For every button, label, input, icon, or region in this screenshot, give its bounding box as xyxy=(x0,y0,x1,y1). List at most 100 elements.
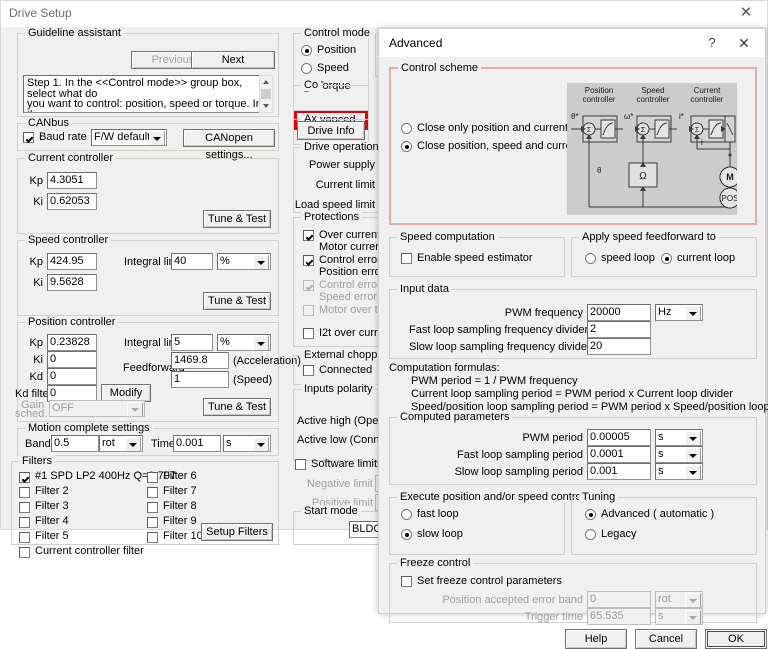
position-integral-limit-input[interactable]: 5 xyxy=(171,334,213,351)
chevron-down-icon[interactable] xyxy=(127,402,143,416)
drive-info-button[interactable]: Drive Info xyxy=(297,121,365,140)
trigger-time-unit-combo[interactable]: s xyxy=(655,608,703,625)
tuning-radio-legacy[interactable] xyxy=(585,529,596,540)
filter-checkbox[interactable] xyxy=(19,487,30,498)
filter-checkbox[interactable] xyxy=(19,502,30,513)
band-input[interactable]: 0.5 xyxy=(51,435,99,452)
current-tune-test-button[interactable]: Tune & Test xyxy=(203,210,271,228)
chevron-down-icon[interactable] xyxy=(685,448,701,462)
pwm-period-unit-combo[interactable]: s xyxy=(655,429,703,446)
control-error-speed-checkbox[interactable] xyxy=(303,280,314,291)
help-button[interactable]: Help xyxy=(565,629,627,649)
execute-radio-fast-loop[interactable] xyxy=(401,509,412,520)
software-limits-checkbox[interactable] xyxy=(295,459,306,470)
position-integral-limit-unit-combo[interactable]: % xyxy=(217,334,271,351)
fast-loop-divider-input[interactable]: 2 xyxy=(587,321,651,338)
baud-rate-checkbox[interactable] xyxy=(23,132,34,143)
i2t-over-current-checkbox[interactable] xyxy=(303,328,314,339)
feedforward-label-current-loop: current loop xyxy=(677,252,736,264)
chevron-down-icon[interactable] xyxy=(685,593,701,607)
chevron-down-icon[interactable] xyxy=(253,437,269,451)
feedforward-radio-speed-loop[interactable] xyxy=(585,253,596,264)
slow-loop-period-input[interactable]: 0.001 xyxy=(587,463,651,480)
filter-checkbox[interactable] xyxy=(147,472,158,483)
filter-checkbox[interactable] xyxy=(147,532,158,543)
position-kd-input[interactable]: 0 xyxy=(47,368,97,385)
filter-checkbox[interactable] xyxy=(19,532,30,543)
enable-speed-estimator-checkbox[interactable] xyxy=(401,253,412,264)
guideline-scrollbar[interactable] xyxy=(259,75,273,113)
execute-radio-slow-loop[interactable] xyxy=(401,529,412,540)
control-scheme-radio-position-speed-current[interactable] xyxy=(401,141,412,152)
chevron-down-icon[interactable] xyxy=(685,465,701,479)
set-freeze-parameters-checkbox[interactable] xyxy=(401,576,412,587)
chevron-down-icon[interactable] xyxy=(253,255,269,269)
speed-kp-input[interactable]: 424.95 xyxy=(47,253,97,270)
execute-label-fast-loop: fast loop xyxy=(417,508,459,520)
current-kp-input[interactable]: 4.3051 xyxy=(47,172,97,189)
chevron-down-icon[interactable] xyxy=(685,610,701,624)
control-mode-radio-position[interactable] xyxy=(301,45,312,56)
fast-loop-period-input[interactable]: 0.0001 xyxy=(587,446,651,463)
time-unit: s xyxy=(226,437,232,449)
speed-integral-limit-input[interactable]: 40 xyxy=(171,253,213,270)
pwm-period-label: PWM period xyxy=(522,432,583,444)
pwm-frequency-unit-combo[interactable]: Hz xyxy=(655,304,703,321)
scroll-up-icon[interactable] xyxy=(260,76,272,88)
current-ki-input[interactable]: 0.62053 xyxy=(47,193,97,210)
chopping-connected-checkbox[interactable] xyxy=(303,365,314,376)
chevron-down-icon[interactable] xyxy=(685,431,701,445)
pwm-frequency-input[interactable]: 20000 xyxy=(587,304,651,321)
slow-loop-period-unit-combo[interactable]: s xyxy=(655,463,703,480)
band-unit-combo[interactable]: rot xyxy=(99,435,143,452)
baud-rate-combo[interactable]: F/W default xyxy=(91,129,167,146)
gain-sched-combo[interactable]: OFF xyxy=(49,400,145,417)
feedforward-acceleration-input[interactable]: 1469.8 xyxy=(171,352,229,369)
close-icon[interactable]: ✕ xyxy=(737,4,755,22)
scrollbar-thumb[interactable] xyxy=(261,89,271,99)
next-button[interactable]: Next xyxy=(191,51,275,69)
time-unit-combo[interactable]: s xyxy=(223,435,271,452)
ok-button[interactable]: OK xyxy=(705,629,767,649)
tuning-radio-advanced[interactable] xyxy=(585,509,596,520)
feedforward-radio-current-loop[interactable] xyxy=(661,253,672,264)
feedforward-speed-input[interactable]: 1 xyxy=(171,371,229,388)
position-ki-input[interactable]: 0 xyxy=(47,351,97,368)
position-kp-input[interactable]: 0.23828 xyxy=(47,334,97,351)
over-current-checkbox[interactable] xyxy=(303,230,314,241)
position-tune-test-button[interactable]: Tune & Test xyxy=(203,398,271,416)
position-error-band-input[interactable]: 0 xyxy=(587,591,651,608)
filter-checkbox[interactable] xyxy=(147,487,158,498)
question-mark-icon[interactable]: ? xyxy=(703,34,721,52)
speed-tune-test-button[interactable]: Tune & Test xyxy=(203,292,271,310)
fast-loop-period-unit-combo[interactable]: s xyxy=(655,446,703,463)
speed-integral-limit-unit-combo[interactable]: % xyxy=(217,253,271,270)
filter-checkbox[interactable] xyxy=(147,502,158,513)
control-mode-radio-speed[interactable] xyxy=(301,63,312,74)
chevron-down-icon[interactable] xyxy=(149,131,165,145)
chevron-down-icon[interactable] xyxy=(125,437,141,451)
filter-checkbox[interactable] xyxy=(19,517,30,528)
filter-label: Filter 9 xyxy=(163,515,197,527)
chevron-down-icon[interactable] xyxy=(253,336,269,350)
control-error-checkbox[interactable] xyxy=(303,255,314,266)
chevron-down-icon[interactable] xyxy=(685,306,701,320)
scroll-down-icon[interactable] xyxy=(260,100,272,112)
speed-computation-legend: Speed computation xyxy=(397,231,498,243)
canopen-settings-button[interactable]: CANopen settings... xyxy=(183,129,275,161)
filter-checkbox[interactable] xyxy=(147,517,158,528)
motor-over-temperature-checkbox[interactable] xyxy=(303,305,314,316)
pwm-period-input[interactable]: 0.00005 xyxy=(587,429,651,446)
slow-loop-divider-input[interactable]: 20 xyxy=(587,338,651,355)
close-icon[interactable]: ✕ xyxy=(735,34,753,52)
setup-filters-button[interactable]: Setup Filters xyxy=(201,523,273,541)
filter-checkbox[interactable] xyxy=(19,472,30,483)
filter-checkbox[interactable] xyxy=(19,547,30,558)
control-scheme-radio-position-current[interactable] xyxy=(401,123,412,134)
position-error-band-unit-combo[interactable]: rot xyxy=(655,591,703,608)
time-input[interactable]: 0.001 xyxy=(173,435,221,452)
set-freeze-parameters-label: Set freeze control parameters xyxy=(417,575,562,587)
speed-ki-input[interactable]: 9.5628 xyxy=(47,274,97,291)
trigger-time-input[interactable]: 65.535 xyxy=(587,608,651,625)
cancel-button[interactable]: Cancel xyxy=(635,629,697,649)
